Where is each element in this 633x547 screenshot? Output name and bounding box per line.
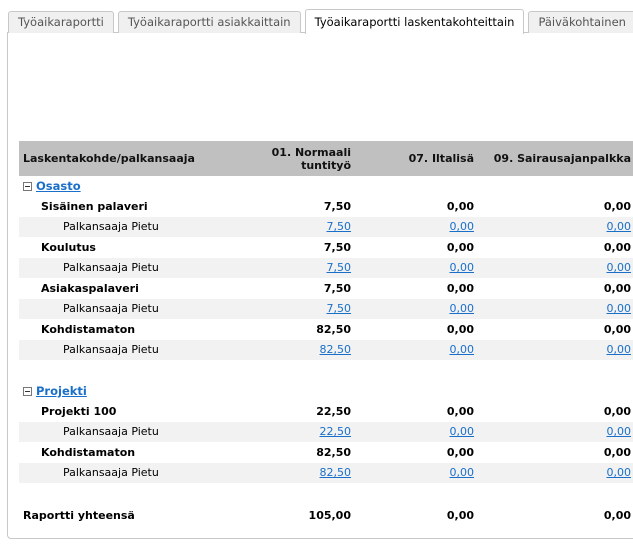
row-value: 22,50 [316, 404, 351, 418]
value-link[interactable]: 0,00 [607, 343, 632, 356]
collapse-icon[interactable] [23, 181, 32, 191]
value-link[interactable]: 0,00 [450, 220, 475, 233]
group-row: Osasto [19, 176, 633, 196]
group-link[interactable]: Osasto [36, 179, 81, 193]
row-value: 0,00 [603, 240, 631, 254]
value-link[interactable]: 7,50 [327, 261, 352, 274]
row-label: Palkansaaja Pietu [19, 339, 237, 360]
row-value: 7,50 [323, 240, 351, 254]
row-value: 7,50 [323, 281, 351, 295]
row-label: Kohdistamaton [41, 322, 136, 336]
row-value: 0,00 [446, 508, 474, 522]
column-header-sick: 09. Sairausajanpalkka [478, 141, 633, 176]
value-link[interactable]: 0,00 [450, 302, 475, 315]
column-header-evening: 07. Iltalisä [355, 141, 478, 176]
row-value: 0,00 [446, 322, 474, 336]
item-row: Kohdistamaton 82,50 0,00 0,00 [19, 319, 633, 340]
table-header: Laskentakohde/palkansaaja 01. Normaali t… [19, 141, 633, 176]
row-label: Asiakaspalaveri [41, 281, 139, 295]
value-link[interactable]: 0,00 [450, 261, 475, 274]
employee-row: Palkansaaja Pietu 7,50 0,00 0,00 [19, 257, 633, 278]
value-link[interactable]: 0,00 [450, 343, 475, 356]
tab-3[interactable]: Päiväkohtainen [528, 11, 633, 33]
value-link[interactable]: 0,00 [607, 220, 632, 233]
row-value: 7,50 [323, 199, 351, 213]
row-value: 0,00 [603, 404, 631, 418]
value-link[interactable]: 22,50 [320, 425, 352, 438]
collapse-icon[interactable] [23, 386, 32, 396]
tab-bar: Työaikaraportti Työaikaraportti asiakkait… [8, 8, 633, 34]
value-link[interactable]: 0,00 [607, 466, 632, 479]
tab-1[interactable]: Työaikaraportti asiakkaittain [117, 11, 301, 33]
row-value: 0,00 [446, 199, 474, 213]
spacer-row [19, 360, 633, 381]
row-value: 0,00 [446, 404, 474, 418]
row-label: Raportti yhteensä [23, 508, 135, 522]
row-label: Sisäinen palaveri [41, 199, 148, 213]
value-link[interactable]: 7,50 [327, 220, 352, 233]
row-label: Palkansaaja Pietu [19, 257, 237, 278]
row-value: 0,00 [446, 240, 474, 254]
row-label: Palkansaaja Pietu [19, 421, 237, 442]
row-value: 82,50 [316, 322, 351, 336]
value-link[interactable]: 0,00 [607, 302, 632, 315]
value-link[interactable]: 7,50 [327, 302, 352, 315]
employee-row: Palkansaaja Pietu 7,50 0,00 0,00 [19, 216, 633, 237]
employee-row: Palkansaaja Pietu 22,50 0,00 0,00 [19, 421, 633, 442]
item-row: Kohdistamaton 82,50 0,00 0,00 [19, 442, 633, 463]
row-label: Projekti 100 [41, 404, 117, 418]
spacer-row [19, 483, 633, 504]
employee-row: Palkansaaja Pietu 7,50 0,00 0,00 [19, 298, 633, 319]
value-link[interactable]: 0,00 [450, 425, 475, 438]
item-row: Koulutus 7,50 0,00 0,00 [19, 237, 633, 258]
value-link[interactable]: 0,00 [450, 466, 475, 479]
row-value: 0,00 [603, 445, 631, 459]
total-row: Raportti yhteensä 105,00 0,00 0,00 [19, 504, 633, 526]
row-value: 0,00 [603, 508, 631, 522]
row-label: Koulutus [41, 240, 96, 254]
value-link[interactable]: 0,00 [607, 425, 632, 438]
value-link[interactable]: 82,50 [320, 466, 352, 479]
employee-row: Palkansaaja Pietu 82,50 0,00 0,00 [19, 339, 633, 360]
row-value: 82,50 [316, 445, 351, 459]
column-header-target: Laskentakohde/palkansaaja [19, 141, 237, 176]
row-value: 0,00 [603, 281, 631, 295]
tab-0[interactable]: Työaikaraportti [8, 11, 114, 33]
row-value: 105,00 [308, 508, 351, 522]
row-label: Palkansaaja Pietu [19, 462, 237, 483]
item-row: Asiakaspalaveri 7,50 0,00 0,00 [19, 278, 633, 299]
row-value: 0,00 [446, 445, 474, 459]
row-label: Kohdistamaton [41, 445, 136, 459]
row-label: Palkansaaja Pietu [19, 216, 237, 237]
row-value: 0,00 [603, 199, 631, 213]
value-link[interactable]: 0,00 [607, 261, 632, 274]
row-value: 0,00 [603, 322, 631, 336]
column-header-normal: 01. Normaali tuntityö [237, 141, 355, 176]
tab-2[interactable]: Työaikaraportti laskentakohteittain [304, 9, 525, 34]
report-table: Laskentakohde/palkansaaja 01. Normaali t… [19, 141, 633, 526]
item-row: Projekti 100 22,50 0,00 0,00 [19, 401, 633, 422]
row-label: Palkansaaja Pietu [19, 298, 237, 319]
item-row: Sisäinen palaveri 7,50 0,00 0,00 [19, 196, 633, 217]
value-link[interactable]: 82,50 [320, 343, 352, 356]
group-link[interactable]: Projekti [36, 384, 87, 398]
employee-row: Palkansaaja Pietu 82,50 0,00 0,00 [19, 462, 633, 483]
group-row: Projekti [19, 381, 633, 401]
row-value: 0,00 [446, 281, 474, 295]
